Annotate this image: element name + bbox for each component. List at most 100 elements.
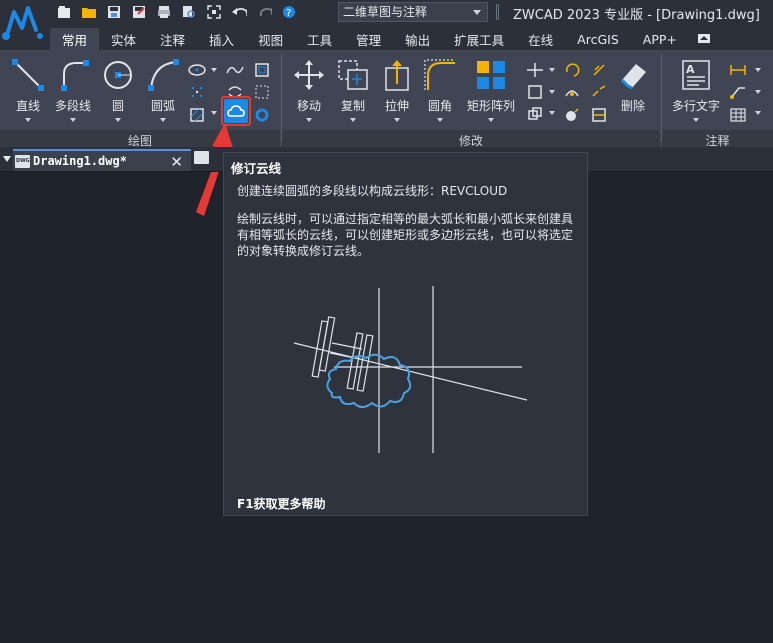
polyline-button[interactable]: 多段线 [48,58,98,128]
offset-icon[interactable] [563,83,581,101]
move-label: 移动 [296,99,321,113]
chevron-down-icon[interactable] [549,111,555,115]
point-icon[interactable] [188,83,206,101]
copy-label: 复制 [340,99,365,113]
quick-access-toolbar: ? [56,3,297,21]
chevron-down-icon[interactable] [549,90,555,94]
spline-icon[interactable] [226,61,244,79]
save-as-icon[interactable] [131,4,147,20]
dwg-file-icon [15,154,30,168]
fillet-label: 圆角 [427,99,452,113]
scale-icon[interactable] [590,61,608,79]
tab-app-plus[interactable]: APP+ [631,28,689,50]
chevron-down-icon[interactable] [549,68,555,72]
tab-view[interactable]: 视图 [246,28,295,50]
fillet-button[interactable]: 圆角 [415,58,465,128]
modify-panel-title[interactable]: 修改 [282,132,660,148]
tab-solid[interactable]: 实体 [99,28,148,50]
chevron-down-icon[interactable] [755,111,761,115]
circle-label: 圆 [111,99,124,113]
tab-arcgis[interactable]: ArcGIS [565,28,631,50]
help-icon[interactable]: ? [281,4,297,20]
move-button[interactable]: 移动 [284,58,334,128]
tab-insert[interactable]: 插入 [197,28,246,50]
chevron-down-icon [350,118,356,122]
new-icon[interactable] [56,4,72,20]
stretch-icon [380,58,414,92]
tab-manage[interactable]: 管理 [344,28,393,50]
zwcad-window: ? 二维草图与注释 ZWCAD 2023 专业版 - [Drawing1.dwg… [0,0,773,643]
move-icon [292,58,326,92]
toolbar-grip [496,4,499,20]
tab-online[interactable]: 在线 [516,28,565,50]
tab-tools[interactable]: 工具 [295,28,344,50]
tab-annotate[interactable]: 注释 [148,28,197,50]
print-preview-icon[interactable] [181,4,197,20]
annotation-panel-title[interactable]: 注释 [662,132,773,148]
rect-array-button[interactable]: 矩形阵列 [466,58,516,128]
new-document-tab-icon[interactable] [194,151,209,164]
mtext-button[interactable]: A 多行文字 [671,58,721,128]
line-button[interactable]: 直线 [3,58,53,128]
chevron-down-icon [693,118,699,122]
copy-icon [336,58,370,92]
line-icon [11,58,45,92]
panel-divider [661,54,662,142]
tab-extension-tools[interactable]: 扩展工具 [442,28,516,50]
dimension-icon[interactable] [729,61,747,79]
arc-icon [146,58,180,92]
rotate-icon[interactable] [563,61,581,79]
app-logo[interactable] [0,0,50,50]
mirror-icon[interactable] [526,83,544,101]
redo-icon[interactable] [256,4,272,20]
trim-icon[interactable] [526,61,544,79]
donut-icon[interactable] [253,106,271,124]
break-icon[interactable] [590,106,608,124]
document-tab-name: Drawing1.dwg* [33,154,127,168]
open-icon[interactable] [81,4,97,20]
chevron-down-icon[interactable] [755,68,761,72]
chevron-down-icon[interactable] [211,111,217,115]
table-icon[interactable] [729,106,747,124]
chevron-down-icon [115,118,121,122]
fillet-icon [423,58,457,92]
rectangle-icon[interactable] [253,61,271,79]
chevron-down-icon [473,10,481,15]
eraser-icon [616,58,650,92]
tab-home[interactable]: 常用 [50,28,100,50]
erase-button[interactable]: 删除 [608,58,658,128]
svg-text:?: ? [286,8,291,19]
plot-icon[interactable] [156,4,172,20]
ellipse-icon[interactable] [188,61,206,79]
stretch-label: 拉伸 [384,99,409,113]
arc-label: 圆弧 [150,99,175,113]
close-icon[interactable]: ✕ [170,153,183,171]
revcloud-tooltip: 修订云线 创建连续圆弧的多段线以构成云线形：REVCLOUD 绘制云线时，可以通… [223,152,588,516]
join-icon[interactable] [590,83,608,101]
undo-icon[interactable] [231,4,247,20]
mtext-label: 多行文字 [671,99,720,113]
chamfer-icon[interactable] [563,106,581,124]
collapse-ribbon-icon[interactable] [697,34,710,43]
rect-array-label: 矩形阵列 [466,99,515,113]
tab-output[interactable]: 输出 [393,28,442,50]
polyline-label: 多段线 [54,99,91,113]
document-tab[interactable]: Drawing1.dwg* ✕ [13,149,191,171]
boundary-icon[interactable] [253,83,271,101]
tab-list-dropdown-icon[interactable] [3,156,11,162]
copy-button[interactable]: 复制 [328,58,378,128]
chevron-down-icon[interactable] [755,90,761,94]
workspace-select[interactable]: 二维草图与注释 [338,2,488,22]
chevron-down-icon [25,118,31,122]
save-icon[interactable] [106,4,122,20]
chevron-down-icon [488,118,494,122]
zoom-extents-icon[interactable] [206,4,222,20]
arc-button[interactable]: 圆弧 [138,58,188,128]
circle-button[interactable]: 圆 [93,58,143,128]
leader-icon[interactable] [729,83,747,101]
explode-icon[interactable] [526,106,544,124]
tooltip-description: 创建连续圆弧的多段线以构成云线形：REVCLOUD [237,184,508,198]
revcloud-illustration [293,286,528,453]
tooltip-body: 绘制云线时，可以通过指定相等的最大弧长和最小弧长来创建具有相等弧长的云线，可以创… [237,212,574,258]
chevron-down-icon[interactable] [211,68,217,72]
